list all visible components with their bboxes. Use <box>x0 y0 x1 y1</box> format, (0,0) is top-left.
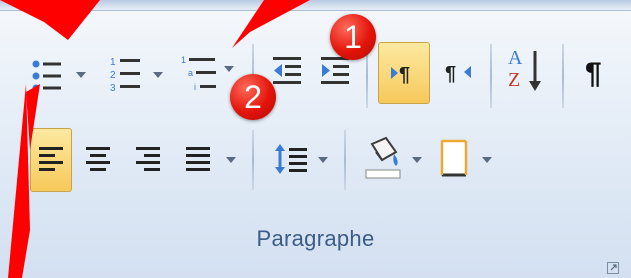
annotation-arrow-left-tip <box>26 84 40 150</box>
annotation-arrow-top-left <box>0 0 100 40</box>
callout-badge-2: 2 <box>230 74 276 120</box>
annotation-arrow-left <box>8 84 30 278</box>
callout-badge-1: 1 <box>330 14 376 60</box>
annotation-arrows <box>0 0 310 278</box>
annotation-arrow-top-center <box>232 0 310 48</box>
